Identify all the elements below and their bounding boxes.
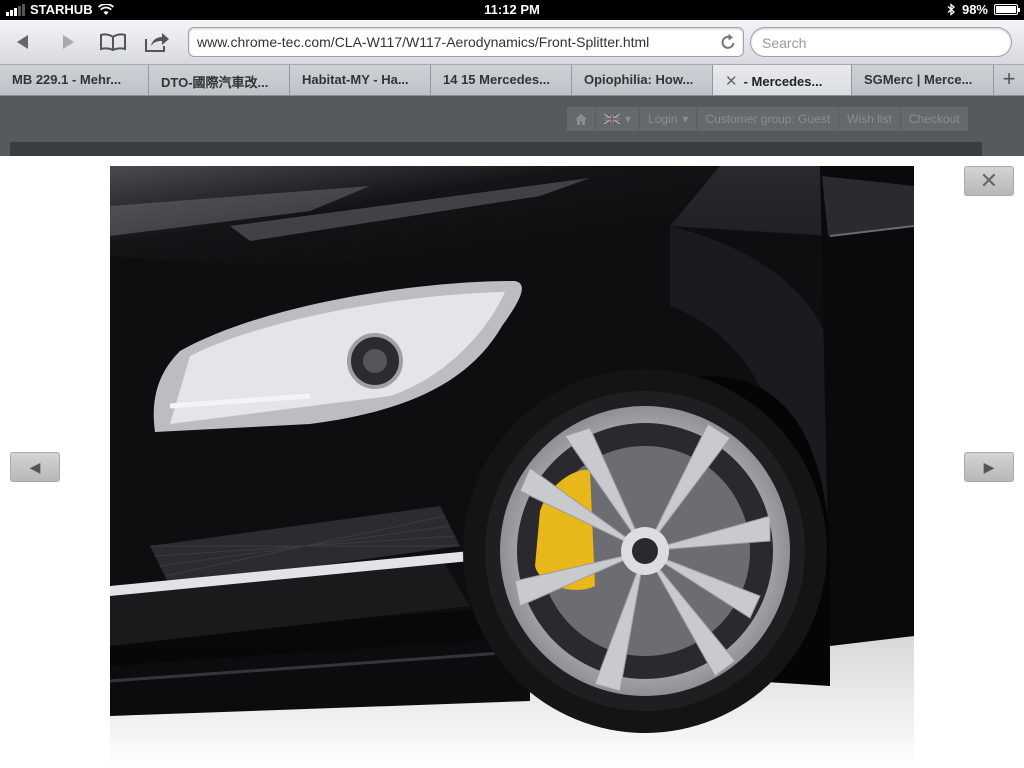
tab-label: SGMerc | Merce... bbox=[864, 72, 973, 87]
tab-3[interactable]: Habitat-MY - Ha... bbox=[290, 65, 431, 95]
status-bar: STARHUB 11:12 PM 98% bbox=[0, 0, 1024, 20]
tab-label: Habitat-MY - Ha... bbox=[302, 72, 409, 87]
uk-flag-icon bbox=[604, 114, 620, 124]
checkout-label: Checkout bbox=[908, 112, 960, 126]
lightbox-close-button[interactable]: ✕ bbox=[964, 166, 1014, 196]
tab-active[interactable]: ✕ - Mercedes... bbox=[713, 65, 852, 95]
plus-icon: + bbox=[1002, 66, 1016, 91]
language-selector[interactable]: ▾ bbox=[596, 107, 641, 131]
tab-label: - Mercedes... bbox=[743, 74, 823, 89]
search-field[interactable]: Search bbox=[750, 27, 1012, 57]
site-header-menu: ▾ Login ▾ Customer group: Guest Wish list… bbox=[567, 107, 968, 131]
lightbox-next-button[interactable]: ▶ bbox=[964, 452, 1014, 482]
previous-arrow-icon: ◀ bbox=[29, 458, 41, 475]
clock: 11:12 PM bbox=[484, 2, 540, 17]
tab-label: MB 229.1 - Mehr... bbox=[12, 72, 122, 87]
lightbox-photo bbox=[110, 166, 914, 768]
book-icon bbox=[100, 33, 126, 52]
close-icon: ✕ bbox=[979, 168, 999, 193]
tab-5[interactable]: Opiophilia: How... bbox=[572, 65, 713, 95]
tab-bar: MB 229.1 - Mehr... DTO-國際汽車改... Habitat-… bbox=[0, 65, 1024, 96]
browser-toolbar: www.chrome-tec.com/CLA-W117/W117-Aerodyn… bbox=[0, 20, 1024, 65]
page-banner-strip bbox=[10, 142, 982, 156]
next-arrow-icon: ▶ bbox=[983, 458, 995, 475]
tab-close-icon[interactable]: ✕ bbox=[725, 73, 738, 90]
bookmarks-button[interactable] bbox=[98, 28, 128, 56]
status-right: 98% bbox=[947, 2, 1020, 17]
forward-arrow-icon bbox=[63, 35, 74, 49]
login-link[interactable]: Login ▾ bbox=[640, 107, 698, 131]
tab-label: 14 15 Mercedes... bbox=[443, 72, 550, 87]
chevron-down-icon: ▾ bbox=[682, 112, 689, 126]
share-icon bbox=[145, 33, 169, 52]
address-bar[interactable]: www.chrome-tec.com/CLA-W117/W117-Aerodyn… bbox=[188, 27, 744, 57]
url-text: www.chrome-tec.com/CLA-W117/W117-Aerodyn… bbox=[197, 34, 650, 50]
chevron-down-icon: ▾ bbox=[625, 112, 632, 126]
battery-percent: 98% bbox=[961, 2, 988, 17]
login-label: Login bbox=[648, 112, 678, 126]
back-arrow-icon bbox=[17, 35, 28, 49]
home-icon bbox=[575, 113, 587, 125]
battery-level bbox=[996, 6, 1016, 13]
customer-group-label: Customer group: Guest bbox=[697, 107, 840, 131]
search-placeholder: Search bbox=[762, 35, 807, 51]
wish-list-label: Wish list bbox=[847, 112, 892, 126]
tab-2[interactable]: DTO-國際汽車改... bbox=[149, 65, 290, 95]
checkout-link[interactable]: Checkout bbox=[901, 107, 968, 131]
tab-label: Opiophilia: How... bbox=[584, 72, 694, 87]
tab-1[interactable]: MB 229.1 - Mehr... bbox=[0, 65, 149, 95]
tab-label: DTO-國際汽車改... bbox=[161, 75, 269, 90]
battery-icon bbox=[994, 4, 1020, 15]
lightbox-prev-button[interactable]: ◀ bbox=[10, 452, 60, 482]
share-button[interactable] bbox=[142, 28, 172, 56]
car-photo bbox=[110, 166, 914, 768]
home-link[interactable] bbox=[567, 107, 596, 131]
forward-button[interactable] bbox=[53, 28, 83, 56]
wish-list-link[interactable]: Wish list bbox=[839, 107, 901, 131]
bluetooth-icon bbox=[947, 3, 955, 16]
customer-group-text: Customer group: Guest bbox=[705, 112, 831, 126]
reload-icon[interactable] bbox=[720, 33, 737, 51]
tab-4[interactable]: 14 15 Mercedes... bbox=[431, 65, 572, 95]
new-tab-button[interactable]: + bbox=[994, 65, 1024, 95]
back-button[interactable] bbox=[8, 28, 38, 56]
tab-7[interactable]: SGMerc | Merce... bbox=[852, 65, 994, 95]
